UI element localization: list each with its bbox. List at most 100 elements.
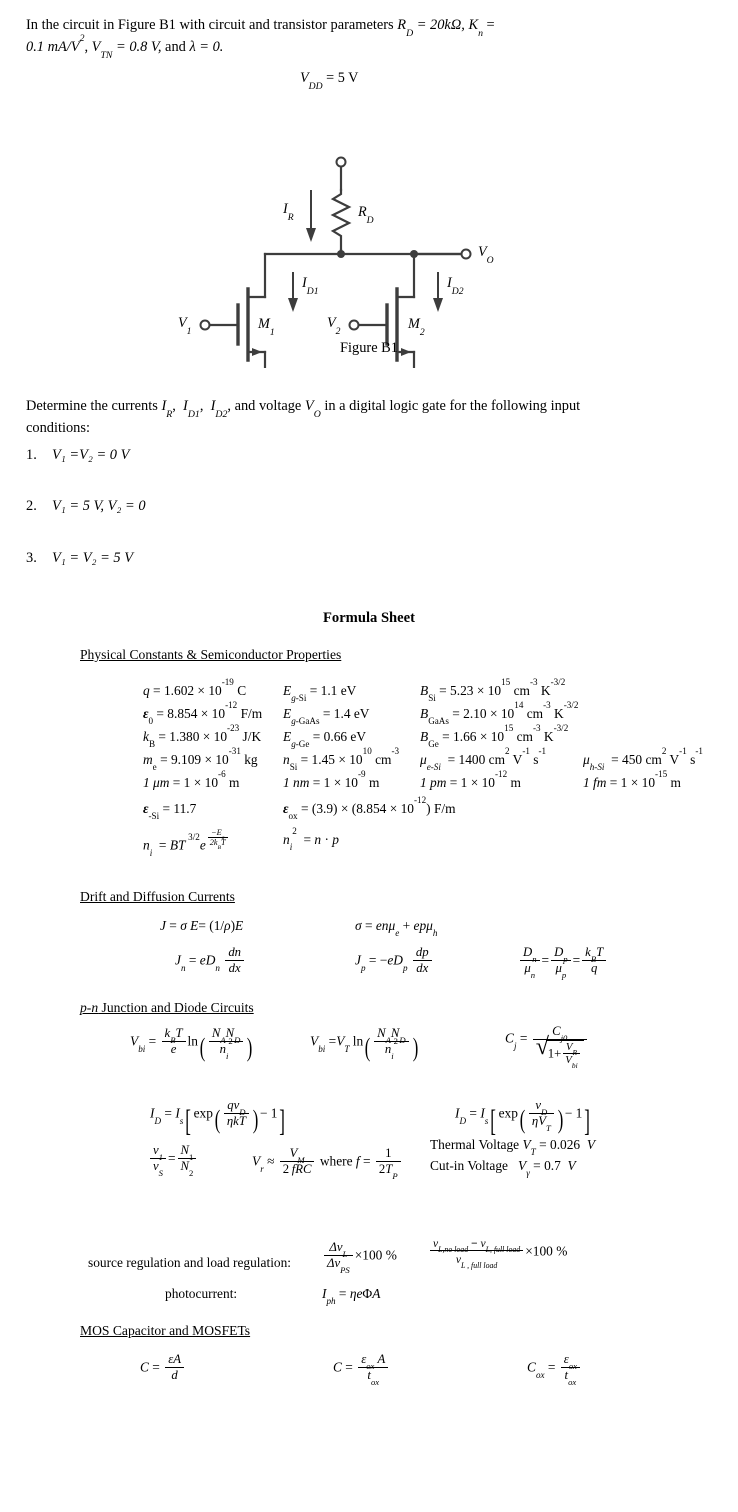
vdd-terminal-node <box>335 156 347 168</box>
constant-mu-e-si: μe-Si = 1400 cm2 V-1 s-1 <box>420 746 547 773</box>
constant-q: q = 1.602 × 10-19 C <box>143 677 247 698</box>
condition-item-1: 1. V₁ =V₂ = 0 V <box>26 447 129 464</box>
constant-epsilon-si: ε-Si = 11.7 <box>143 801 197 822</box>
intro-Kn-subscript: n <box>478 27 483 39</box>
label-vo: VO <box>478 244 494 265</box>
constant-eg-ge: Eg-Ge = 0.66 eV <box>283 729 367 750</box>
q-ir-subscript: R <box>166 408 173 420</box>
label-m1: M1 <box>258 316 275 337</box>
constant-b-ge: BGe = 1.66 × 1015 cm-3 K-3/2 <box>420 723 569 750</box>
constant-nanometer: 1 nm = 1 × 10-9 m <box>283 769 380 790</box>
vo-symbol: V <box>478 244 487 260</box>
intro-VTN-value: = 0.8 V, <box>112 39 162 56</box>
constant-epsilon-ox: εox = (3.9) × (8.854 × 10-12) F/m <box>283 795 456 822</box>
intro-text-lead: In the circuit in Figure B1 with circuit… <box>26 17 398 33</box>
constant-eg-si: Eg-Si = 1.1 eV <box>283 683 357 704</box>
cutin-voltage-label: Cut-in Voltage <box>430 1158 508 1173</box>
label-m2: M2 <box>408 316 425 337</box>
id2-subscript: D2 <box>451 285 464 297</box>
condition-expr-3: V₁ = V₂ = 5 V <box>52 550 133 566</box>
label-v2: V2 <box>327 315 341 336</box>
photocurrent-label: photocurrent: <box>165 1286 238 1301</box>
constant-epsilon-0: ε0 = 8.854 × 10-12 F/m <box>143 700 263 727</box>
intro-comma-1: , <box>84 39 92 56</box>
formula-diode-current-kt: ID = Is[exp(qvD ηkT) − 1] <box>150 1098 286 1138</box>
constant-kb: kB = 1.380 × 10-23 J/K <box>143 723 262 750</box>
condition-number-2: 2. <box>26 498 37 514</box>
intro-Kn-exponent: 2 <box>79 32 85 44</box>
formula-source-regulation: ΔvL ΔvPS ×100 % <box>322 1240 397 1274</box>
junction-dot-top <box>337 250 345 258</box>
formula-ni-squared: ni2 = n · p <box>283 826 339 853</box>
question-mid: , and voltage <box>227 398 305 414</box>
ir-subscript: R <box>287 211 294 223</box>
label-v1: V1 <box>178 315 192 336</box>
v1-subscript: 1 <box>186 325 192 337</box>
label-id2: ID2 <box>447 275 464 296</box>
rd-subscript: D <box>366 214 374 226</box>
v2-symbol: V <box>327 315 336 331</box>
label-id1: ID1 <box>302 275 319 296</box>
formula-cox: Cox = εox tox <box>527 1352 582 1386</box>
formula-capacitance-ox: C = εox Atox <box>333 1352 390 1386</box>
question-lead: Determine the currents <box>26 398 162 414</box>
formula-conductivity: σ = enμe + epμh <box>355 918 438 939</box>
vo-terminal-node <box>460 248 472 260</box>
formula-vbi-vt: Vbi =VT ln(NAND ni2) <box>310 1026 418 1062</box>
constant-micrometer: 1 μm = 1 × 10-6 m <box>143 769 240 790</box>
intro-RD-value: = 20kΩ, <box>413 17 465 33</box>
question-conditions-word: conditions: <box>26 419 90 436</box>
v2-subscript: 2 <box>335 325 341 337</box>
formula-junction-capacitance: Cj = Cj0 √ 1+ VR Vbi <box>505 1024 589 1069</box>
condition-number-1: 1. <box>26 447 37 463</box>
intro-VTN-subscript: TN <box>100 49 113 61</box>
problem-statement: In the circuit in Figure B1 with circuit… <box>26 14 712 61</box>
thermal-voltage-label: Thermal Voltage <box>430 1137 520 1152</box>
m1-symbol: M <box>258 316 270 332</box>
condition-number-3: 3. <box>26 550 37 566</box>
question-tail: in a digital logic gate for the followin… <box>320 398 581 414</box>
vdd-symbol: V <box>300 70 309 86</box>
id1-subscript: D1 <box>306 285 319 297</box>
formula-load-regulation: vL,no load − vL, full load vL , full load… <box>428 1238 567 1270</box>
arrow-IR-head <box>306 228 316 242</box>
constant-femtometer: 1 fm = 1 × 10-15 m <box>583 769 681 790</box>
formula-sheet-title: Formula Sheet <box>322 610 415 626</box>
constant-eg-gaas: Eg-GaAs = 1.4 eV <box>283 706 370 727</box>
m1-subscript: 1 <box>269 326 275 338</box>
intro-RD-subscript: D <box>406 27 414 39</box>
note-cutin-voltage: Cut-in Voltage Vγ = 0.7 V <box>430 1158 576 1179</box>
formula-capacitance-basic: C = εA d <box>140 1352 186 1383</box>
label-ir: IR <box>283 201 294 222</box>
condition-expr-1: V₁ =V₂ = 0 V <box>52 447 130 463</box>
label-rd: RD <box>358 204 374 225</box>
vo-subscript: O <box>486 254 494 266</box>
constant-n-si: nSi = 1.45 × 1010 cm-3 <box>283 746 400 773</box>
v1-terminal-node <box>199 319 211 331</box>
intro-Kn-equals: = <box>482 17 495 33</box>
intro-RD-symbol: R <box>397 17 407 33</box>
formula-ni-bt: ni = BT 3/2e −Eg 2kBT <box>143 828 228 858</box>
regulation-label: source regulation and load regulation: <box>88 1255 292 1270</box>
condition-item-3: 3. V₁ = V₂ = 5 V <box>26 550 133 567</box>
resistor-RD-zigzag <box>330 188 352 252</box>
section-heading-mos: MOS Capacitor and MOSFETs <box>80 1323 251 1338</box>
formula-photocurrent: Iph = ηeΦA <box>322 1286 381 1307</box>
m2-symbol: M <box>408 316 420 332</box>
q-id1-subscript: D1 <box>187 408 200 420</box>
condition-item-2: 2. V₁ = 5 V, V₂ = 0 <box>26 498 146 515</box>
rd-symbol: R <box>358 204 367 220</box>
formula-current-density: J = σ E= (1/ρ)E <box>160 918 244 933</box>
intro-and-word: and <box>161 39 190 56</box>
formula-jn: Jn = eDn dn dx <box>175 945 246 976</box>
intro-Kn-symbol: K <box>468 17 479 33</box>
figure-caption: Figure B1 <box>340 340 398 356</box>
arrow-ID2-head <box>433 298 443 312</box>
q-id2-subscript: D2 <box>215 408 228 420</box>
v1-symbol: V <box>178 315 187 331</box>
formula-transformer-ratio: v1 vS = N1 N2 <box>148 1143 198 1177</box>
question-prompt: Determine the currents IR, ID1, ID2, and… <box>26 398 581 436</box>
formula-diode-current-vt: ID = Is[exp(vD ηVT) − 1] <box>455 1098 591 1138</box>
vdd-subscript: DD <box>308 80 323 92</box>
condition-expr-2: V₁ = 5 V, V₂ = 0 <box>52 498 146 514</box>
